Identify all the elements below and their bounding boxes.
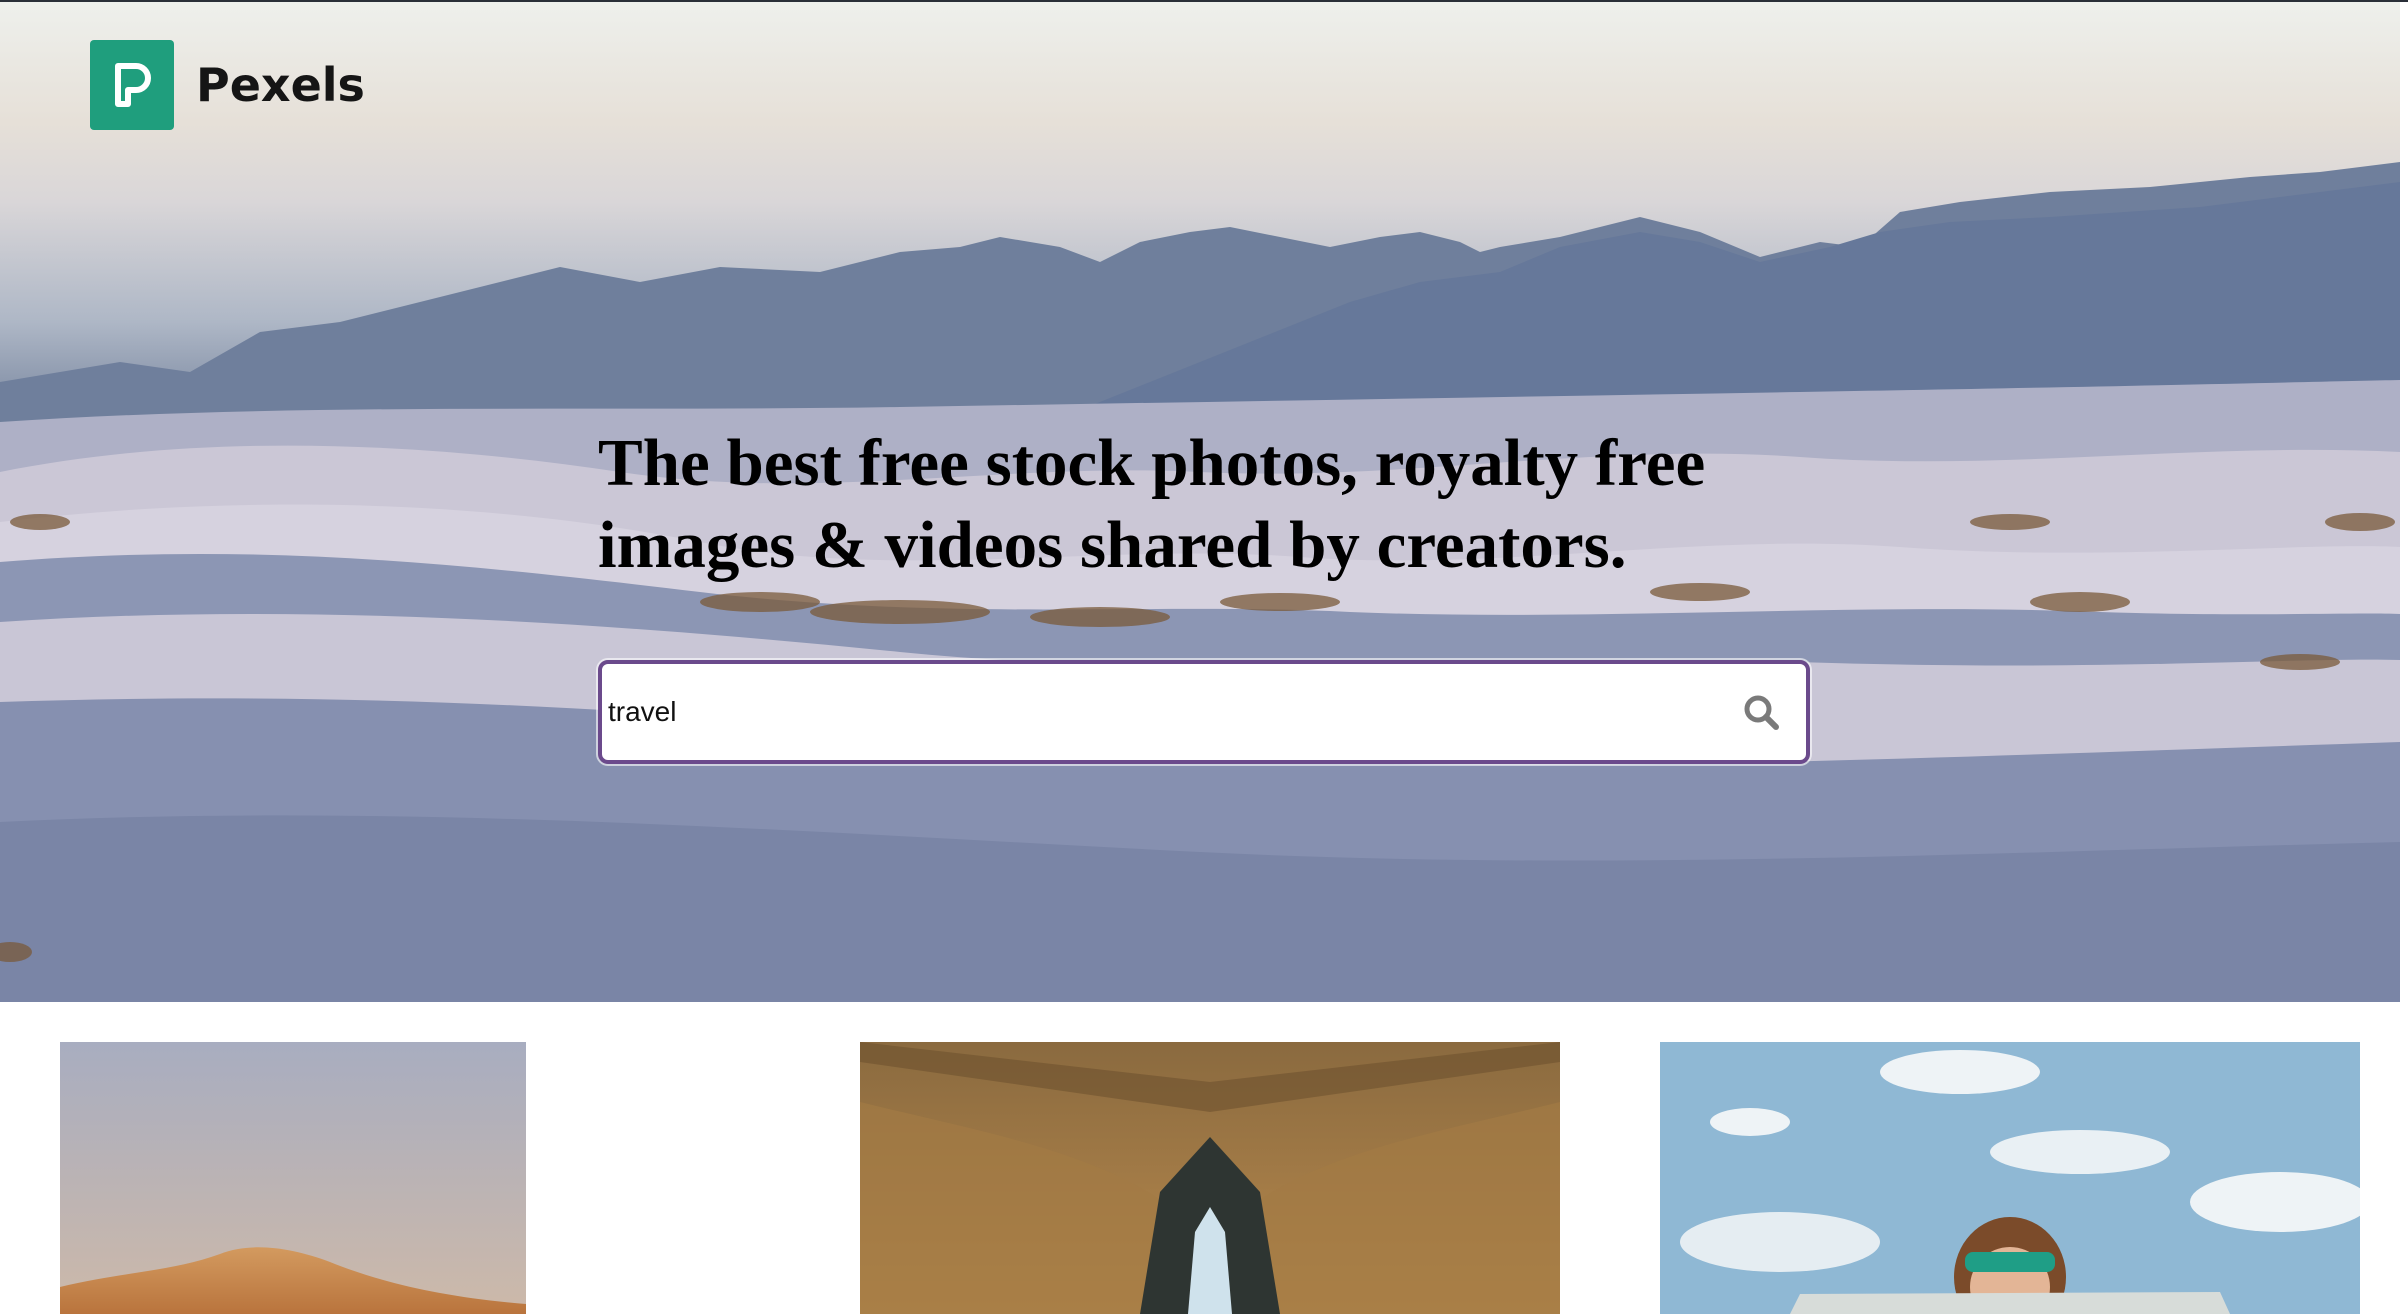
- photo-tent-interior[interactable]: [860, 1042, 1560, 1314]
- photo-desert-dune[interactable]: [60, 1042, 526, 1314]
- photo-woman-reading-map[interactable]: [1660, 1042, 2360, 1314]
- search-input[interactable]: [602, 664, 1716, 760]
- pexels-logo[interactable]: Pexels: [90, 40, 365, 130]
- search-button[interactable]: [1716, 664, 1806, 760]
- search-bar: [598, 660, 1810, 764]
- logo-text: Pexels: [196, 58, 365, 112]
- hero-banner: Pexels The best free stock photos, royal…: [0, 2, 2400, 1002]
- search-icon: [1744, 695, 1779, 730]
- pexels-logo-icon: [90, 40, 174, 130]
- hero-headline: The best free stock photos, royalty free…: [598, 426, 1706, 582]
